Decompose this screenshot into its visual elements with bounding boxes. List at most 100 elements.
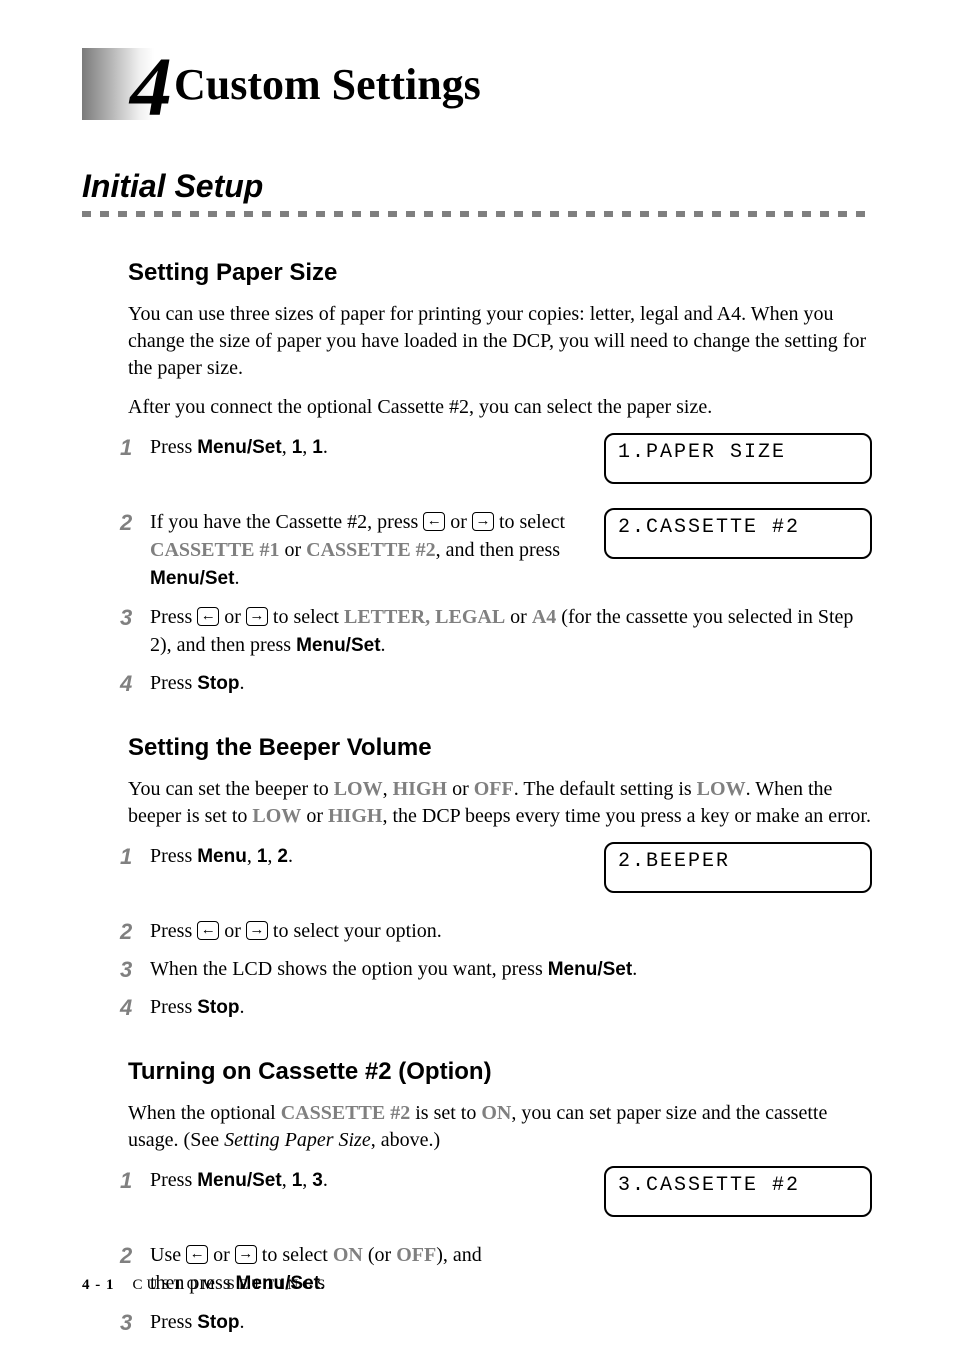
step-row: 2 If you have the Cassette #2, press ← o… [120,508,872,593]
text: Press [150,672,197,694]
right-arrow-icon: → [472,512,494,531]
step-number: 1 [120,1166,150,1194]
gray-text: LOW [697,778,746,800]
text: to select [268,606,344,628]
step-body: If you have the Cassette #2, press ← or … [150,508,604,593]
subsection-cassette2: Turning on Cassette #2 (Option) When the… [128,1058,872,1336]
text: . [234,567,239,589]
gray-text: A4 [532,606,556,628]
bold: Menu/Set [150,568,234,589]
text: or [447,778,474,800]
step-number: 2 [120,917,150,945]
gray-text: CASSETTE #2 [281,1102,411,1124]
text: Press [150,920,197,942]
step-body: Press Menu/Set, 1, 1. [150,433,604,462]
chapter-header: 4 Custom Settings [82,48,872,120]
bold: Stop [197,997,239,1018]
chapter-title: Custom Settings [174,59,481,110]
text: or [219,920,246,942]
page-number: 4 - 1 [82,1277,115,1293]
lcd-column: 2.CASSETTE #2 [604,508,872,573]
text: Press [150,996,197,1018]
step-number: 2 [120,508,150,536]
body-text: After you connect the optional Cassette … [128,394,872,421]
text: Press [150,606,197,628]
gray-text: OFF [474,778,514,800]
page-footer: 4 - 1CUSTOM SETTINGS [82,1277,329,1294]
bold: Stop [197,673,239,694]
text: . [239,996,244,1018]
text: , the DCP beeps every time you press a k… [382,805,871,827]
text: , [383,778,393,800]
text: When the LCD shows the option you want, … [150,958,548,980]
step-number: 3 [120,1308,150,1336]
text: is set to [410,1102,481,1124]
step-number: 4 [120,669,150,697]
text: , [282,1169,292,1191]
step-list: 1 Press Menu/Set, 1, 3. 3.CASSETTE #2 2 … [120,1166,872,1336]
step-number: 4 [120,993,150,1021]
body-text: You can use three sizes of paper for pri… [128,301,872,382]
italic-text: Setting Paper Size [224,1129,371,1151]
gray-text: OFF [396,1244,436,1266]
bold: 1 [292,1170,303,1191]
step-row: 2 Press ← or → to select your option. [120,917,872,945]
text: . The default setting is [514,778,697,800]
text: or [219,606,246,628]
step-row: 1 Press Menu/Set, 1, 1. 1.PAPER SIZE [120,433,872,498]
left-arrow-icon: ← [197,921,219,940]
lcd-column: 3.CASSETTE #2 [604,1166,872,1231]
text: or [301,805,328,827]
right-arrow-icon: → [246,607,268,626]
text: . [288,845,293,867]
bold: 2 [277,846,288,867]
right-arrow-icon: → [246,921,268,940]
text: , [302,436,312,458]
gray-text: LOW [252,805,301,827]
step-number: 1 [120,842,150,870]
text: , [282,436,292,458]
bold: Menu/Set [197,1170,281,1191]
bold: 1 [257,846,268,867]
text: Press [150,436,197,458]
gray-text: ON [333,1244,363,1266]
text: Press [150,1169,197,1191]
right-arrow-icon: → [235,1245,257,1264]
text: , [302,1169,312,1191]
text: . [381,634,386,656]
text: Press [150,1311,197,1333]
text: or [208,1244,235,1266]
text: , [267,845,277,867]
chapter-number: 4 [130,46,172,130]
text: to select [257,1244,333,1266]
step-row: 1 Press Menu/Set, 1, 3. 3.CASSETTE #2 [120,1166,872,1231]
text: , and then press [436,539,560,561]
lcd-column: 1.PAPER SIZE [604,433,872,498]
text: or [505,606,532,628]
step-row: 4 Press Stop. [120,993,872,1022]
step-number: 1 [120,433,150,461]
step-number: 3 [120,955,150,983]
text: You can set the beeper to [128,778,334,800]
text: , above.) [371,1129,440,1151]
step-list: 1 Press Menu, 1, 2. 2.BEEPER 2 Press ← o… [120,842,872,1022]
gray-text: LETTER, LEGAL [344,606,505,628]
step-body: Press Stop. [150,669,872,698]
gray-text: HIGH [328,805,382,827]
dotted-rule [82,211,872,217]
step-row: 3 When the LCD shows the option you want… [120,955,872,984]
body-text: You can set the beeper to LOW, HIGH or O… [128,776,872,830]
left-arrow-icon: ← [197,607,219,626]
gray-text: LOW [334,778,383,800]
subsection-heading: Setting Paper Size [128,259,872,287]
bold: 3 [312,1170,323,1191]
step-body: Press Stop. [150,1308,872,1337]
text: . [239,1311,244,1333]
bold: 1 [292,437,303,458]
text: Press [150,845,197,867]
step-row: 4 Press Stop. [120,669,872,698]
step-number: 3 [120,603,150,631]
step-body: Press Menu/Set, 1, 3. [150,1166,604,1195]
gray-text: ON [481,1102,511,1124]
step-number: 2 [120,1241,150,1269]
